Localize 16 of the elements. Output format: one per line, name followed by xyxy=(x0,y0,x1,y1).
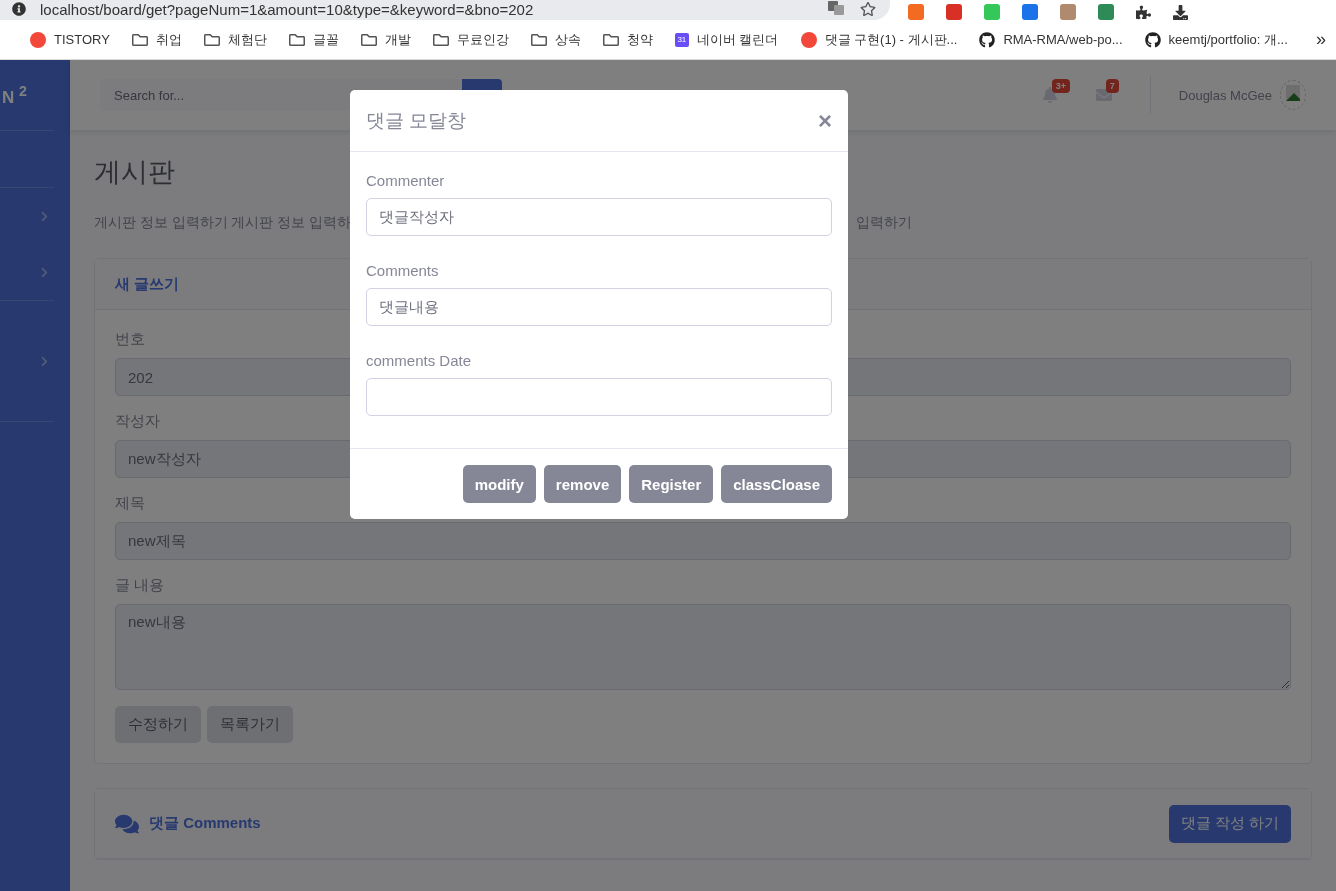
card-title: 댓글 Comments xyxy=(149,814,261,833)
page-title: 게시판 xyxy=(94,156,175,189)
message-badge: 7 xyxy=(1105,79,1119,93)
calendar-icon: 31 xyxy=(674,32,689,47)
page-description: 입력하기 xyxy=(856,214,912,232)
field-label: 글 내용 xyxy=(115,576,166,595)
page-description: 게시판 정보 입력하기 게시판 정보 입력하 xyxy=(94,214,351,232)
modal-title: 댓글 모달창 xyxy=(366,108,467,133)
field-label: comments Date xyxy=(366,352,473,369)
alert-badge: 3+ xyxy=(1051,79,1071,93)
field-label: Commenter xyxy=(366,172,446,189)
field-label: 번호 xyxy=(115,330,146,349)
field-label: Comments xyxy=(366,262,440,279)
field-label: 작성자 xyxy=(115,412,161,431)
field-label: 제목 xyxy=(115,494,146,513)
card-title: 새 글쓰기 xyxy=(115,274,180,294)
